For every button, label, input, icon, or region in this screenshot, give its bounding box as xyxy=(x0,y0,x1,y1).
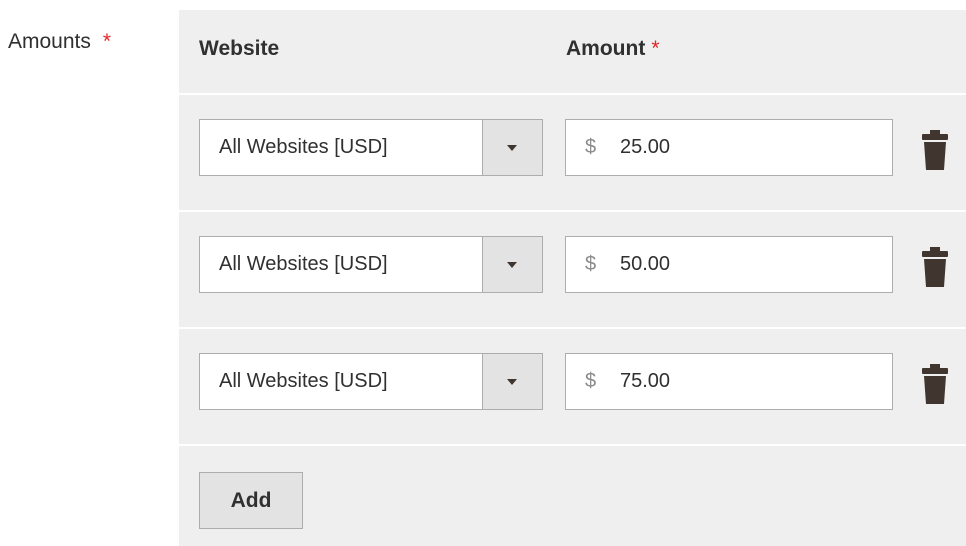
dropdown-toggle[interactable] xyxy=(482,237,542,292)
amount-value: 75.00 xyxy=(620,370,671,392)
website-select-value: All Websites [USD] xyxy=(219,136,388,158)
caret-down-icon xyxy=(507,145,517,151)
currency-symbol: $ xyxy=(585,253,597,275)
website-select[interactable]: All Websites [USD] xyxy=(199,119,543,176)
amount-required-asterisk: * xyxy=(651,37,660,60)
website-select[interactable]: All Websites [USD] xyxy=(199,353,543,410)
website-select[interactable]: All Websites [USD] xyxy=(199,236,543,293)
amount-input[interactable]: $ 75.00 xyxy=(565,353,893,410)
website-select-value: All Websites [USD] xyxy=(219,370,388,392)
website-select-value: All Websites [USD] xyxy=(219,253,388,275)
amount-value: 50.00 xyxy=(620,253,671,275)
dropdown-toggle[interactable] xyxy=(482,120,542,175)
required-asterisk: * xyxy=(102,30,112,53)
caret-down-icon xyxy=(507,379,517,385)
add-amount-button[interactable]: Add xyxy=(199,472,303,529)
website-column-header: Website xyxy=(199,37,280,60)
trash-icon[interactable] xyxy=(917,364,953,404)
amount-input[interactable]: $ 50.00 xyxy=(565,236,893,293)
caret-down-icon xyxy=(507,262,517,268)
amounts-label-text: Amounts xyxy=(8,30,91,53)
amounts-table: Website Amount * All Websites [USD] $ 25.… xyxy=(179,10,966,546)
trash-icon[interactable] xyxy=(917,130,953,170)
amount-row: All Websites [USD] $ 75.00 xyxy=(179,329,966,446)
amount-row: All Websites [USD] $ 25.00 xyxy=(179,95,966,212)
amount-header-text: Amount xyxy=(566,37,646,60)
trash-icon[interactable] xyxy=(917,247,953,287)
amounts-field-label: Amounts * xyxy=(8,30,111,54)
table-header: Website Amount * xyxy=(179,10,966,95)
currency-symbol: $ xyxy=(585,136,597,158)
amount-input[interactable]: $ 25.00 xyxy=(565,119,893,176)
currency-symbol: $ xyxy=(585,370,597,392)
dropdown-toggle[interactable] xyxy=(482,354,542,409)
amount-row: All Websites [USD] $ 50.00 xyxy=(179,212,966,329)
amount-column-header: Amount * xyxy=(566,37,660,61)
amount-value: 25.00 xyxy=(620,136,671,158)
